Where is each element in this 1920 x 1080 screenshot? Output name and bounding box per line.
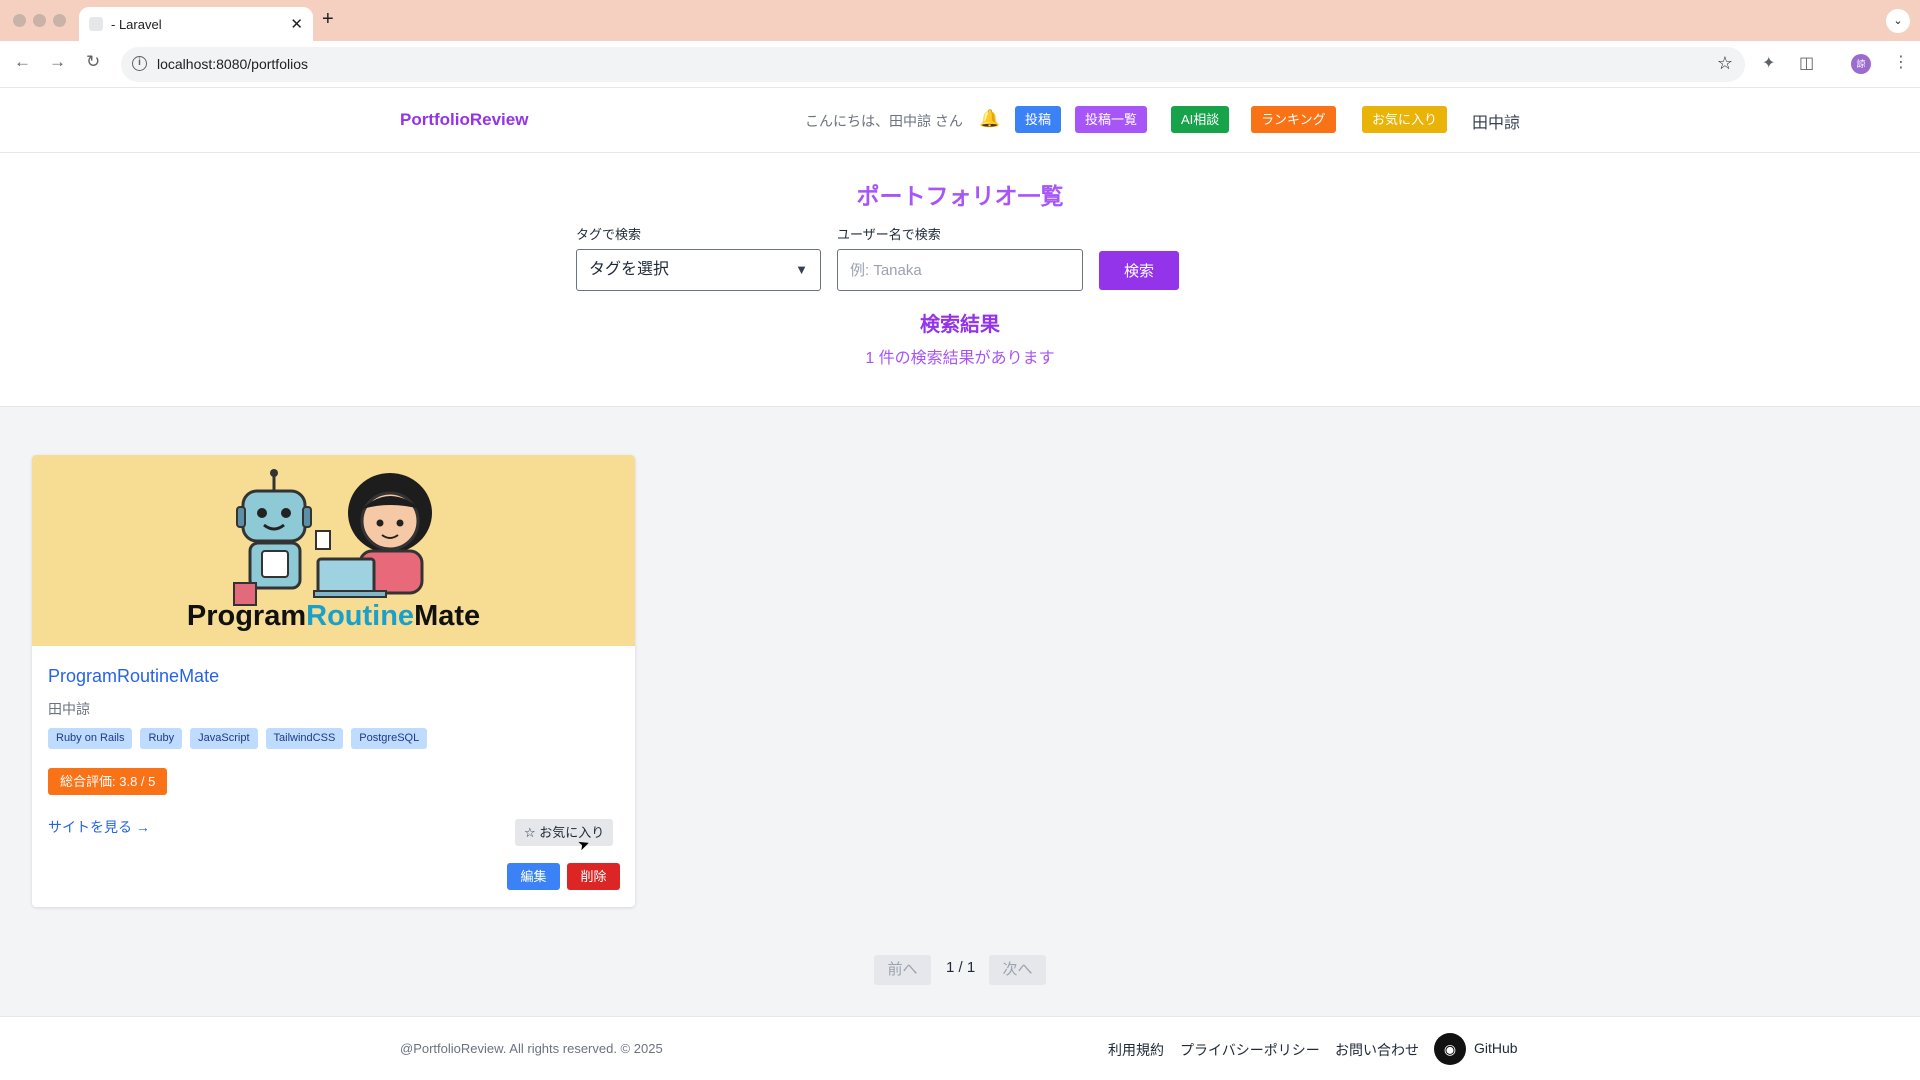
tab-title: - Laravel bbox=[111, 16, 162, 32]
browser-menu-icon[interactable]: ⋮ bbox=[1893, 52, 1909, 72]
browser-tab[interactable]: - Laravel ✕ bbox=[79, 7, 313, 41]
tag-select-value: タグを選択 bbox=[589, 261, 670, 278]
tag-badge[interactable]: TailwindCSS bbox=[265, 728, 344, 749]
footer-terms-link[interactable]: 利用規約 bbox=[1108, 1040, 1164, 1060]
copyright-text: @PortfolioReview. All rights reserved. ©… bbox=[400, 1041, 663, 1056]
username-search-input[interactable] bbox=[837, 249, 1083, 291]
portfolio-card: ProgramRoutineMate ProgramRoutineMate 田中… bbox=[32, 455, 635, 907]
github-icon[interactable]: ◉ bbox=[1434, 1033, 1466, 1065]
thumbnail-logo-text: ProgramRoutineMate bbox=[32, 600, 635, 633]
window-minimize-dot[interactable] bbox=[33, 14, 46, 27]
delete-button[interactable]: 削除 bbox=[567, 863, 620, 890]
view-site-link[interactable]: サイトを見る → bbox=[48, 817, 150, 837]
favorite-button[interactable]: ☆ お気に入り bbox=[515, 819, 614, 846]
search-button[interactable]: 検索 bbox=[1099, 251, 1179, 290]
tag-badge[interactable]: Ruby on Rails bbox=[48, 728, 133, 749]
portfolio-thumbnail[interactable]: ProgramRoutineMate bbox=[32, 455, 635, 646]
user-menu[interactable]: 田中諒 bbox=[1472, 109, 1520, 133]
back-arrow-icon[interactable]: ← bbox=[14, 52, 31, 72]
tag-search-label: タグで検索 bbox=[576, 227, 642, 242]
nav-post-button[interactable]: 投稿 bbox=[1015, 106, 1062, 133]
thumbnail-logo-part-1: Program bbox=[186, 600, 307, 632]
greeting-text: こんにちは、田中諒 さん bbox=[805, 113, 963, 129]
tab-close-icon[interactable]: ✕ bbox=[290, 15, 303, 33]
address-url[interactable]: localhost:8080/portfolios bbox=[157, 56, 308, 72]
bookmark-star-icon[interactable]: ☆ bbox=[1717, 53, 1733, 74]
portfolio-author: 田中諒 bbox=[48, 701, 90, 717]
results-title: 検索結果 bbox=[920, 314, 1000, 336]
tab-favicon-icon bbox=[89, 17, 103, 31]
browser-tab-bar: - Laravel ✕ + ⌄ bbox=[0, 0, 1920, 41]
tag-badge[interactable]: PostgreSQL bbox=[351, 728, 428, 749]
pagination-next-button[interactable]: 次へ bbox=[989, 955, 1046, 985]
nav-favorites-button[interactable]: お気に入り bbox=[1362, 106, 1448, 133]
pagination-info: 1 / 1 bbox=[946, 959, 976, 976]
thumbnail-logo-part-3: Mate bbox=[414, 600, 481, 632]
nav-post-list-button[interactable]: 投稿一覧 bbox=[1075, 106, 1148, 133]
address-bar[interactable]: i localhost:8080/portfolios ☆ bbox=[121, 47, 1745, 82]
browser-toolbar: ← → ↻ i localhost:8080/portfolios ☆ ✦ ◫ … bbox=[0, 41, 1920, 88]
results-count: 1 件の検索結果があります bbox=[865, 350, 1055, 367]
window-close-dot[interactable] bbox=[13, 14, 26, 27]
site-footer: @PortfolioReview. All rights reserved. ©… bbox=[0, 1016, 1920, 1080]
tab-search-chevron-icon[interactable]: ⌄ bbox=[1886, 9, 1910, 33]
profile-avatar[interactable]: 諒 bbox=[1851, 54, 1871, 74]
page-title: ポートフォリオ一覧 bbox=[856, 183, 1064, 209]
reload-icon[interactable]: ↻ bbox=[86, 52, 100, 72]
thumbnail-logo-part-2: Routine bbox=[306, 600, 415, 632]
nav-ai-consult-button[interactable]: AI相談 bbox=[1171, 106, 1230, 133]
site-header: PortfolioReview こんにちは、田中諒 さん 🔔 投稿 投稿一覧 A… bbox=[0, 88, 1920, 153]
tag-list: Ruby on Rails Ruby JavaScript TailwindCS… bbox=[48, 728, 428, 749]
tag-badge[interactable]: Ruby bbox=[140, 728, 183, 749]
site-logo[interactable]: PortfolioReview bbox=[400, 110, 528, 130]
forward-arrow-icon[interactable]: → bbox=[49, 52, 66, 72]
tag-badge[interactable]: JavaScript bbox=[190, 728, 258, 749]
portfolio-title-link[interactable]: ProgramRoutineMate bbox=[48, 666, 219, 687]
tag-select[interactable]: タグを選択 ▼ bbox=[576, 249, 821, 291]
chevron-down-icon: ▼ bbox=[795, 262, 808, 277]
pagination-prev-button[interactable]: 前へ bbox=[874, 955, 931, 985]
footer-contact-link[interactable]: お問い合わせ bbox=[1335, 1040, 1419, 1060]
nav-ranking-button[interactable]: ランキング bbox=[1251, 106, 1336, 133]
edit-button[interactable]: 編集 bbox=[507, 863, 560, 890]
user-search-label: ユーザー名で検索 bbox=[837, 227, 941, 242]
window-maximize-dot[interactable] bbox=[53, 14, 66, 27]
extensions-puzzle-icon[interactable]: ◫ bbox=[1799, 53, 1814, 73]
rating-badge: 総合評価: 3.8 / 5 bbox=[48, 768, 168, 795]
extension-icon[interactable]: ✦ bbox=[1762, 53, 1775, 73]
footer-privacy-link[interactable]: プライバシーポリシー bbox=[1180, 1040, 1320, 1060]
notification-bell-icon[interactable]: 🔔 bbox=[979, 109, 1000, 129]
new-tab-icon[interactable]: + bbox=[322, 8, 334, 31]
search-section: ポートフォリオ一覧 タグで検索 タグを選択 ▼ ユーザー名で検索 検索 検索結果… bbox=[0, 153, 1920, 407]
site-info-icon[interactable]: i bbox=[132, 56, 147, 71]
footer-github-link[interactable]: GitHub bbox=[1474, 1040, 1518, 1056]
